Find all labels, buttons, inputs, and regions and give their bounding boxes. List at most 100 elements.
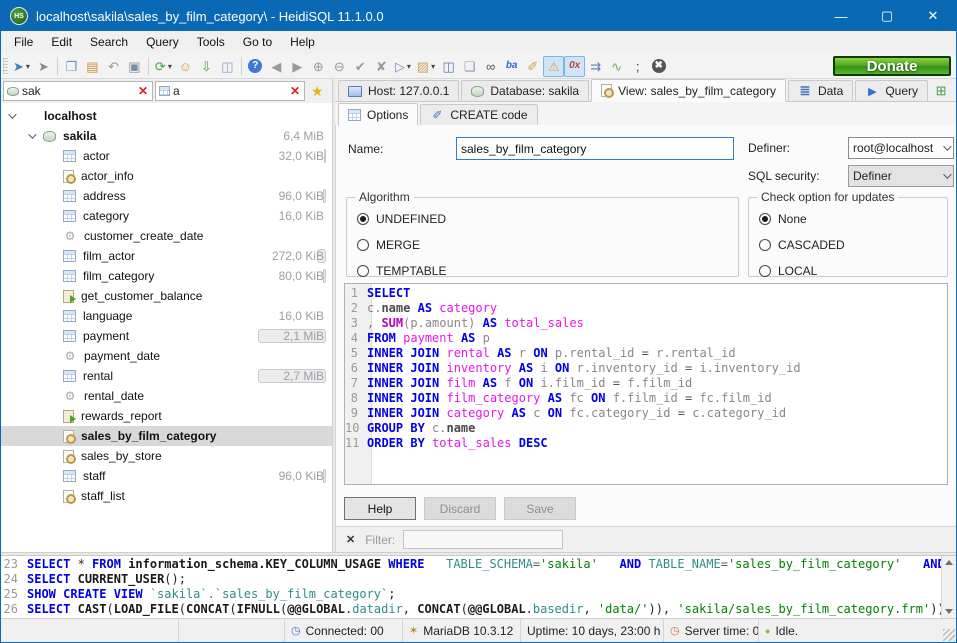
tab-query[interactable]: ▶Query — [855, 80, 928, 101]
scroll-down-icon[interactable] — [945, 609, 953, 614]
tab-database-sakila[interactable]: Database: sakila — [461, 80, 589, 101]
sql-security-combobox[interactable]: Definer — [848, 165, 954, 187]
tree-item-get-customer-balance[interactable]: get_customer_balance — [1, 286, 332, 306]
tree-item-sales-by-film-category[interactable]: sales_by_film_category — [1, 426, 332, 446]
hex-toggle-icon[interactable]: 0x — [564, 56, 585, 77]
help-button[interactable]: Help — [344, 497, 416, 520]
radio-label: LOCAL — [778, 264, 817, 278]
radio-option-none[interactable]: None — [759, 208, 947, 230]
scroll-up-icon[interactable] — [945, 560, 953, 565]
snippet-icon[interactable]: ◫ — [217, 56, 238, 77]
dropdown-caret-icon[interactable]: ▾ — [407, 62, 411, 71]
close-button[interactable]: ✕ — [910, 1, 956, 31]
view-select-code-editor[interactable]: 1SELECT2c.name AS category3, SUM(p.amoun… — [344, 283, 948, 485]
wrap-lines-icon[interactable]: ∿ — [606, 56, 627, 77]
tree-item-film-actor[interactable]: film_actor272,0 KiB — [1, 246, 332, 266]
clear-table-filter-icon[interactable]: ✕ — [288, 84, 302, 98]
radio-option-local[interactable]: LOCAL — [759, 260, 947, 282]
tree-item-payment-date[interactable]: ⚙payment_date — [1, 346, 332, 366]
database-filter-box[interactable]: sak ✕ — [3, 81, 153, 101]
favorites-star-icon[interactable]: ★ — [311, 83, 324, 100]
post-changes-icon[interactable]: ✔ — [350, 56, 371, 77]
menu-item-query[interactable]: Query — [137, 31, 188, 53]
save-sql-icon[interactable]: ◫ — [438, 56, 459, 77]
cancel-editing-icon[interactable]: ✘ — [371, 56, 392, 77]
dropdown-caret-icon[interactable]: ▾ — [431, 62, 435, 71]
dropdown-caret-icon[interactable]: ▾ — [168, 62, 172, 71]
filter-input[interactable] — [403, 530, 563, 549]
first-record-icon[interactable]: ◀ — [266, 56, 287, 77]
load-sql-file-icon[interactable]: ▨▾ — [414, 56, 438, 77]
definer-combobox[interactable]: root@localhost — [848, 137, 954, 159]
tree-item-actor-info[interactable]: actor_info — [1, 166, 332, 186]
tree-item-film-category[interactable]: film_category80,0 KiB — [1, 266, 332, 286]
resize-grip[interactable] — [943, 629, 955, 641]
user-manager-icon[interactable]: ☺ — [175, 56, 196, 77]
insert-record-icon[interactable]: ⊕ — [308, 56, 329, 77]
sql-log-panel[interactable]: 23SELECT * FROM information_schema.KEY_C… — [1, 555, 956, 618]
menu-item-tools[interactable]: Tools — [188, 31, 234, 53]
session-manager-icon[interactable]: ➤▾ — [10, 56, 33, 77]
dropdown-caret-icon[interactable]: ▾ — [26, 62, 30, 71]
reformat-brush-icon[interactable]: ✐ — [522, 56, 543, 77]
tree-item-rental[interactable]: rental2,7 MiB — [1, 366, 332, 386]
radio-option-temptable[interactable]: TEMPTABLE — [357, 260, 738, 282]
help-icon[interactable]: ? — [245, 56, 266, 77]
export-database-icon[interactable]: ⇩ — [196, 56, 217, 77]
donate-button[interactable]: Donate — [833, 56, 951, 76]
minimize-button[interactable]: — — [818, 1, 864, 31]
tab-options[interactable]: Options — [338, 103, 418, 126]
menu-item-search[interactable]: Search — [81, 31, 137, 53]
find-text-icon[interactable]: ∞ — [480, 56, 501, 77]
tree-item-sakila[interactable]: sakila6,4 MiB — [1, 126, 332, 146]
tree-item-sales-by-store[interactable]: sales_by_store — [1, 446, 332, 466]
tree-item-rewards-report[interactable]: rewards_report — [1, 406, 332, 426]
tree-item-category[interactable]: category16,0 KiB — [1, 206, 332, 226]
clear-database-filter-icon[interactable]: ✕ — [136, 84, 150, 98]
indent-icon[interactable]: ⇉ — [585, 56, 606, 77]
log-scrollbar[interactable] — [941, 556, 956, 618]
last-record-icon[interactable]: ▶ — [287, 56, 308, 77]
tab-view-sales-by-film-category[interactable]: View: sales_by_film_category — [591, 79, 786, 102]
menu-item-go-to[interactable]: Go to — [234, 31, 281, 53]
tab-data[interactable]: ≣Data — [788, 80, 853, 101]
tree-item-customer-create-date[interactable]: ⚙customer_create_date — [1, 226, 332, 246]
tab-create-code[interactable]: ✐CREATE code — [420, 104, 537, 125]
tab-host-127-0-0-1[interactable]: Host: 127.0.0.1 — [338, 80, 459, 101]
menu-item-help[interactable]: Help — [281, 31, 324, 53]
semicolon-icon[interactable]: ; — [627, 56, 648, 77]
table-filter-box[interactable]: a ✕ — [155, 81, 305, 101]
line-number: 23 — [1, 557, 27, 572]
execute-sql-icon[interactable]: ▷▾ — [392, 56, 414, 77]
tree-item-payment[interactable]: payment2,1 MiB — [1, 326, 332, 346]
chevron-expanded-icon[interactable] — [8, 110, 16, 118]
menu-item-file[interactable]: File — [5, 31, 42, 53]
tree-item-actor[interactable]: actor32,0 KiB — [1, 146, 332, 166]
tree-item-localhost[interactable]: localhost — [1, 106, 332, 126]
undo-icon[interactable]: ↶ — [103, 56, 124, 77]
tree-item-staff[interactable]: staff96,0 KiB — [1, 466, 332, 486]
warnings-toggle-icon[interactable]: ⚠ — [543, 56, 564, 77]
print-icon[interactable]: ▣ — [124, 56, 145, 77]
tree-item-rental-date[interactable]: ⚙rental_date — [1, 386, 332, 406]
menu-item-edit[interactable]: Edit — [42, 31, 81, 53]
delete-record-icon[interactable]: ⊖ — [329, 56, 350, 77]
tree-item-staff-list[interactable]: staff_list — [1, 486, 332, 506]
stop-icon[interactable]: ✖ — [648, 56, 669, 77]
maximize-button[interactable]: ▢ — [864, 1, 910, 31]
tree-item-address[interactable]: address96,0 KiB — [1, 186, 332, 206]
view-name-input[interactable] — [456, 137, 734, 160]
chevron-expanded-icon[interactable] — [28, 130, 36, 138]
paste-icon[interactable]: ▤ — [82, 56, 103, 77]
new-query-tab-button[interactable]: ⊞ — [930, 80, 957, 101]
close-filter-icon[interactable]: ✕ — [346, 533, 355, 546]
radio-option-undefined[interactable]: UNDEFINED — [357, 208, 738, 230]
refresh-icon[interactable]: ⟳▾ — [152, 56, 175, 77]
disconnect-icon[interactable]: ➤ — [33, 56, 54, 77]
copy-icon[interactable]: ❐ — [61, 56, 82, 77]
radio-option-merge[interactable]: MERGE — [357, 234, 738, 256]
radio-option-cascaded[interactable]: CASCADED — [759, 234, 947, 256]
save-sql-as-icon[interactable]: ❏ — [459, 56, 480, 77]
tree-item-language[interactable]: language16,0 KiB — [1, 306, 332, 326]
case-toggle-icon[interactable]: ba — [501, 56, 522, 77]
